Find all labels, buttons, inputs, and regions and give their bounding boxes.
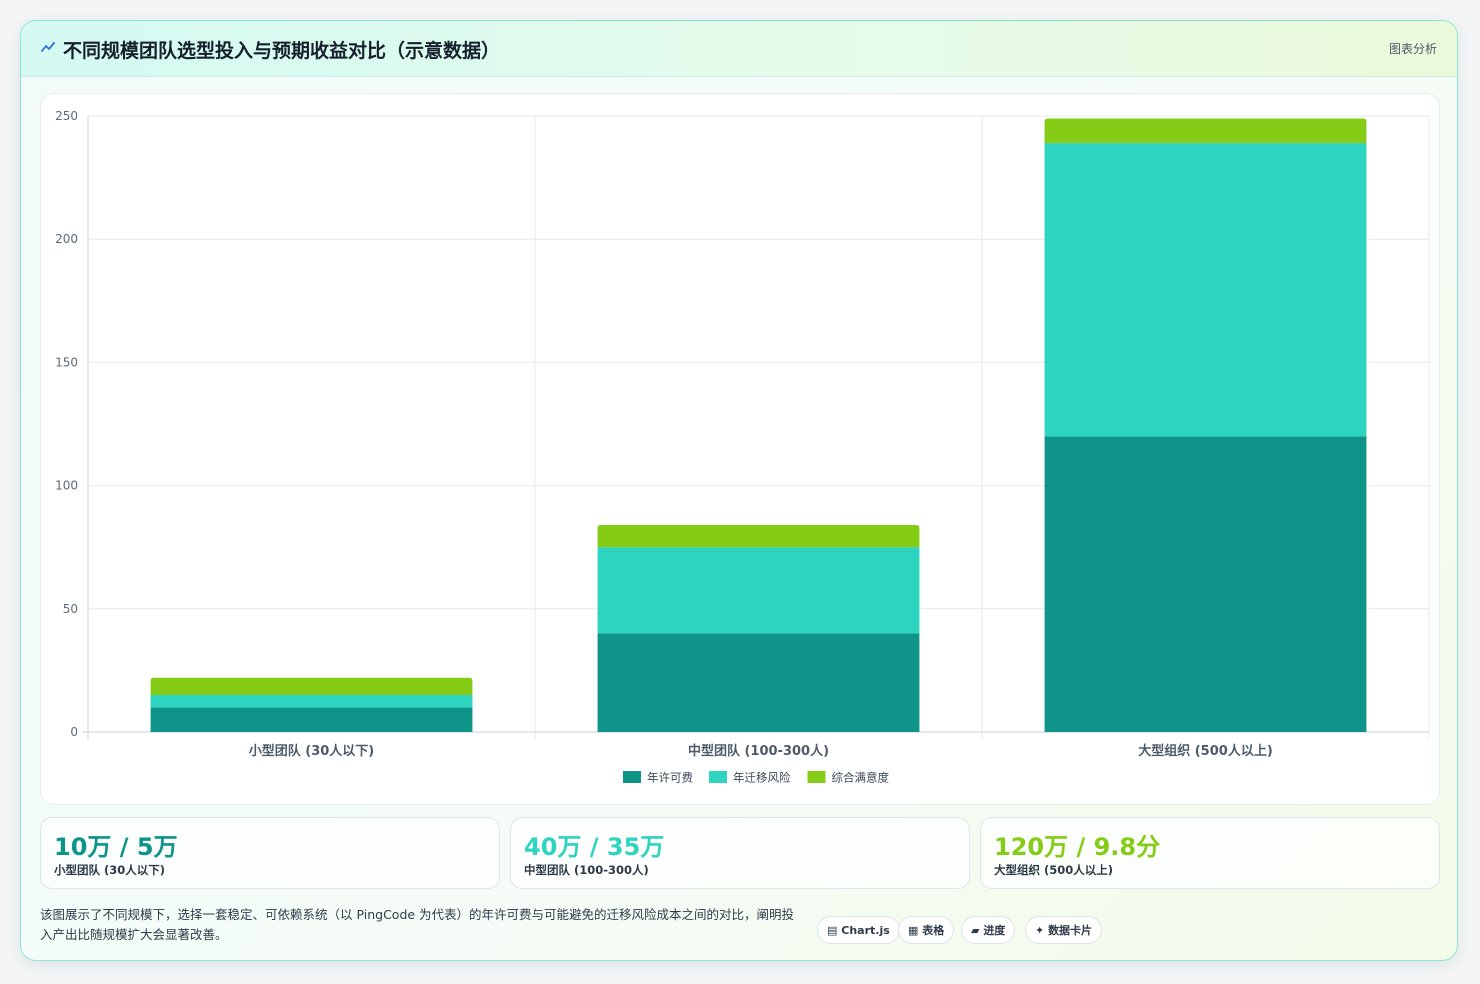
progress-icon: ▰: [971, 924, 980, 937]
bar-segment: [150, 707, 473, 732]
card-header: 不同规模团队选型投入与预期收益对比（示意数据） 图表分析: [21, 21, 1457, 77]
bar-segment: [597, 633, 920, 732]
legend-swatch: [709, 771, 727, 783]
stat-value: 40万 / 35万: [524, 833, 665, 861]
bar-segment: [1044, 436, 1367, 732]
chart-icon: ▤: [827, 924, 838, 937]
stat-label: 大型组织 (500人以上): [994, 863, 1114, 877]
pill-table[interactable]: ▦ 表格: [898, 916, 955, 944]
stat-value: 10万 / 5万: [54, 833, 178, 861]
stacked-bar-chart: 0 50 100 150 200 250 小型团队 (30人以下) 中型团队 (100-300…: [55, 109, 1430, 785]
y-tick-label: 200: [55, 232, 78, 246]
legend-label: 年许可费: [647, 771, 693, 785]
chart-title: 不同规模团队选型投入与预期收益对比（示意数据）: [63, 40, 501, 62]
y-tick-label: 150: [55, 355, 78, 369]
y-tick-label: 50: [63, 602, 78, 616]
pill-progress[interactable]: ▰ 进度: [961, 916, 1016, 944]
y-tick-label: 100: [55, 479, 78, 493]
stat-card-medium: 40万 / 35万 中型团队 (100-300人): [510, 817, 970, 889]
bar-segment: [1044, 143, 1367, 437]
y-tick-label: 0: [70, 725, 78, 739]
y-tick-label: 250: [55, 109, 78, 123]
bar-segment: [1044, 118, 1367, 144]
legend-label: 综合满意度: [832, 771, 890, 785]
trend-line-icon: [41, 42, 55, 52]
bar-segment: [597, 525, 920, 548]
x-category-label: 小型团队 (30人以下): [249, 743, 375, 759]
stat-card-small: 10万 / 5万 小型团队 (30人以下): [40, 817, 500, 889]
bar-segment: [150, 677, 473, 696]
stat-label: 小型团队 (30人以下): [54, 863, 166, 877]
table-icon: ▦: [908, 924, 919, 937]
chart-card: 不同规模团队选型投入与预期收益对比（示意数据） 图表分析 0 50 100 150 20…: [20, 20, 1458, 961]
pill-data-card[interactable]: ✦ 数据卡片: [1025, 916, 1103, 944]
bar-segment: [597, 547, 920, 634]
pill-label: Chart.js: [841, 924, 890, 937]
chart-description: 该图展示了不同规模下，选择一套稳定、可依赖系统（以 PingCode 为代表）的…: [40, 907, 795, 942]
legend-label: 年迁移风险: [733, 771, 791, 785]
sparkle-icon: ✦: [1035, 924, 1045, 937]
x-category-label: 大型组织 (500人以上): [1138, 743, 1273, 759]
pill-label: 进度: [983, 924, 1006, 937]
legend-swatch: [807, 771, 826, 783]
legend-swatch: [623, 771, 641, 783]
stat-card-large: 120万 / 9.8分 大型组织 (500人以上): [980, 817, 1440, 889]
header-tag: 图表分析: [1388, 42, 1437, 56]
pill-label: 表格: [922, 924, 945, 937]
stat-label: 中型团队 (100-300人): [524, 863, 649, 877]
x-category-label: 中型团队 (100-300人): [688, 743, 829, 759]
pill-chartjs[interactable]: ▤ Chart.js: [817, 916, 900, 944]
stat-value: 120万 / 9.8分: [994, 833, 1161, 861]
chart-area: 0 50 100 150 200 250 小型团队 (30人以下) 中型团队 (100-300…: [40, 93, 1440, 805]
bar-segment: [150, 695, 473, 708]
pill-label: 数据卡片: [1048, 924, 1093, 937]
